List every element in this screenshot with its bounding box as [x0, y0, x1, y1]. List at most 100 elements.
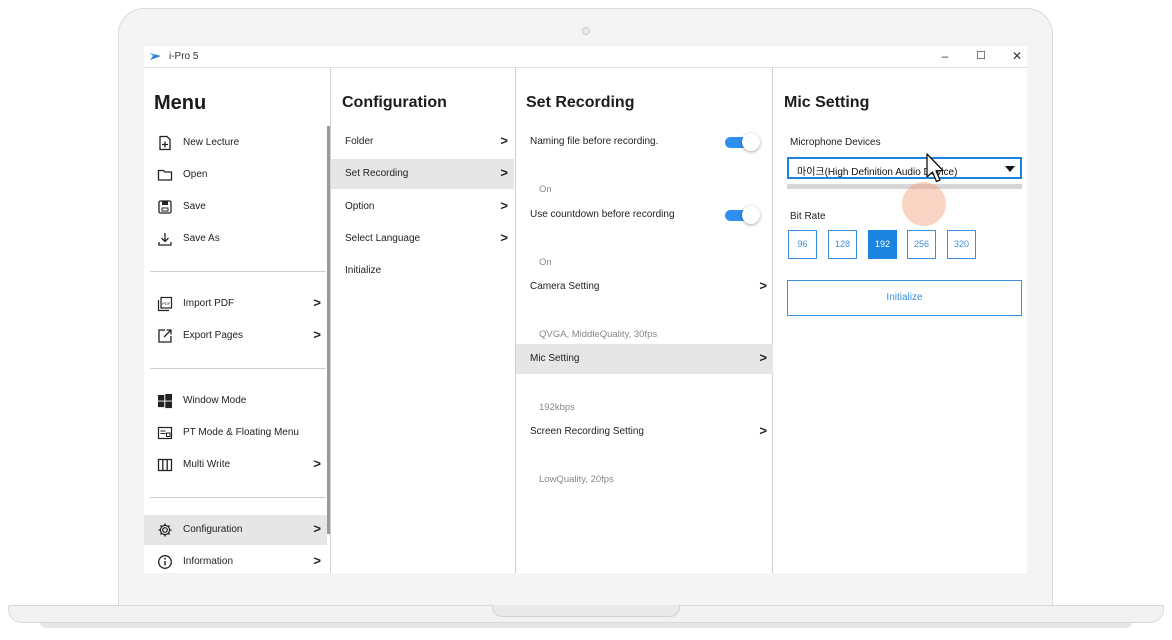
menu-item-new-lecture[interactable]: New Lecture: [144, 128, 327, 158]
title-bar: i-Pro 5 – ☐ ✕: [144, 46, 1027, 68]
countdown-toggle[interactable]: [725, 206, 760, 224]
config-item-label: Option: [345, 201, 375, 212]
rec-item-camera-setting[interactable]: Camera Setting >: [516, 272, 773, 302]
menu-item-label: Information: [183, 556, 234, 567]
menu-item-label: Multi Write: [183, 459, 231, 470]
rec-item-naming-file[interactable]: Naming file before recording.: [516, 127, 773, 157]
rec-item-label: Naming file before recording.: [530, 136, 659, 147]
rec-item-screen-recording[interactable]: Screen Recording Setting >: [516, 417, 773, 447]
chevron-right-icon: >: [313, 327, 321, 342]
menu-item-label: New Lecture: [183, 137, 240, 148]
columns-icon: [157, 458, 173, 472]
menu-item-label: Open: [183, 169, 208, 180]
bit-rate-label: Bit Rate: [790, 211, 826, 222]
rec-item-status: 192kbps: [539, 402, 575, 413]
chevron-right-icon: >: [759, 278, 767, 293]
config-item-label: Folder: [345, 136, 374, 147]
app-title: i-Pro 5: [169, 51, 199, 62]
camera-icon: [582, 27, 590, 35]
configuration-title: Configuration: [342, 94, 447, 111]
ipro-logo-icon: [150, 53, 161, 60]
menu-item-multi-write[interactable]: Multi Write >: [144, 450, 327, 480]
menu-divider: [150, 271, 326, 272]
config-item-label: Set Recording: [345, 168, 409, 179]
menu-item-information[interactable]: Information >: [144, 547, 327, 573]
bit-rate-option-96[interactable]: 96: [788, 230, 817, 259]
menu-panel: Menu New Lecture Open Save Save As PDF I…: [144, 68, 331, 573]
menu-item-label: Configuration: [183, 524, 243, 535]
menu-item-import-pdf[interactable]: PDF Import PDF >: [144, 289, 327, 319]
menu-item-pt-mode[interactable]: PT Mode & Floating Menu: [144, 418, 327, 448]
chevron-right-icon: >: [759, 423, 767, 438]
menu-item-label: PT Mode & Floating Menu: [183, 427, 299, 438]
rec-item-label: Mic Setting: [530, 353, 580, 364]
config-item-initialize[interactable]: Initialize: [331, 256, 514, 286]
pdf-icon: PDF: [157, 296, 173, 312]
rec-item-countdown[interactable]: Use countdown before recording: [516, 200, 773, 230]
mic-setting-title: Mic Setting: [784, 94, 870, 111]
rec-item-status: QVGA, MiddleQuality, 30fps: [539, 329, 658, 340]
svg-text:PDF: PDF: [162, 301, 171, 306]
naming-file-toggle[interactable]: [725, 133, 760, 151]
chevron-right-icon: >: [500, 165, 508, 180]
export-icon: [158, 329, 172, 343]
rec-item-label: Camera Setting: [530, 281, 600, 292]
config-item-select-language[interactable]: Select Language >: [331, 224, 514, 254]
gear-icon: [158, 523, 172, 537]
new-file-icon: [159, 135, 171, 151]
rec-item-label: Use countdown before recording: [530, 209, 675, 220]
folder-icon: [157, 169, 173, 181]
set-recording-title: Set Recording: [526, 94, 635, 111]
bit-rate-option-320[interactable]: 320: [947, 230, 976, 259]
mic-setting-panel: Mic Setting Microphone Devices 마이크(High …: [773, 68, 1027, 573]
config-item-option[interactable]: Option >: [331, 192, 514, 222]
chevron-right-icon: >: [313, 521, 321, 536]
menu-item-window-mode[interactable]: Window Mode: [144, 386, 327, 416]
laptop-notch: [492, 605, 680, 617]
menu-item-label: Save As: [183, 233, 220, 244]
menu-title: Menu: [154, 92, 207, 114]
mic-level-meter: [787, 184, 1022, 189]
chevron-down-icon: [1005, 166, 1015, 172]
menu-divider: [150, 368, 326, 369]
mouse-cursor-icon: [926, 153, 944, 183]
windows-icon: [158, 394, 172, 409]
menu-item-label: Export Pages: [183, 330, 244, 341]
chevron-right-icon: >: [313, 456, 321, 471]
config-item-label: Initialize: [345, 265, 382, 276]
bit-rate-option-256[interactable]: 256: [907, 230, 936, 259]
menu-item-save-as[interactable]: Save As: [144, 224, 327, 254]
close-button[interactable]: ✕: [1008, 48, 1026, 65]
chevron-right-icon: >: [313, 295, 321, 310]
menu-item-label: Save: [183, 201, 206, 212]
chevron-right-icon: >: [759, 350, 767, 365]
menu-item-configuration[interactable]: Configuration >: [144, 515, 327, 545]
menu-item-save[interactable]: Save: [144, 192, 327, 222]
configuration-panel: Configuration Folder > Set Recording > O…: [331, 68, 516, 573]
menu-item-label: Window Mode: [183, 395, 247, 406]
rec-item-status: LowQuality, 20fps: [539, 474, 614, 485]
chevron-right-icon: >: [500, 230, 508, 245]
set-recording-panel: Set Recording Naming file before recordi…: [516, 68, 773, 573]
chevron-right-icon: >: [500, 133, 508, 148]
initialize-button[interactable]: Initialize: [787, 280, 1022, 316]
menu-item-label: Import PDF: [183, 298, 235, 309]
download-icon: [158, 233, 172, 246]
menu-item-open[interactable]: Open: [144, 160, 327, 190]
menu-divider: [150, 497, 326, 498]
touch-indicator: [902, 182, 946, 226]
config-item-set-recording[interactable]: Set Recording >: [331, 159, 514, 189]
microphone-select[interactable]: 마이크(High Definition Audio Device): [787, 157, 1022, 179]
bit-rate-option-192[interactable]: 192: [868, 230, 897, 259]
menu-item-export-pages[interactable]: Export Pages >: [144, 321, 327, 351]
menu-scrollbar[interactable]: [327, 126, 330, 534]
maximize-button[interactable]: ☐: [972, 48, 990, 65]
config-item-folder[interactable]: Folder >: [331, 127, 514, 157]
bit-rate-option-128[interactable]: 128: [828, 230, 857, 259]
rec-item-mic-setting[interactable]: Mic Setting >: [516, 344, 773, 374]
minimize-button[interactable]: –: [936, 48, 954, 65]
chevron-right-icon: >: [500, 198, 508, 213]
info-icon: [158, 555, 172, 569]
chevron-right-icon: >: [313, 553, 321, 568]
app-window: i-Pro 5 – ☐ ✕ Menu New Lecture Open Save…: [144, 46, 1027, 573]
